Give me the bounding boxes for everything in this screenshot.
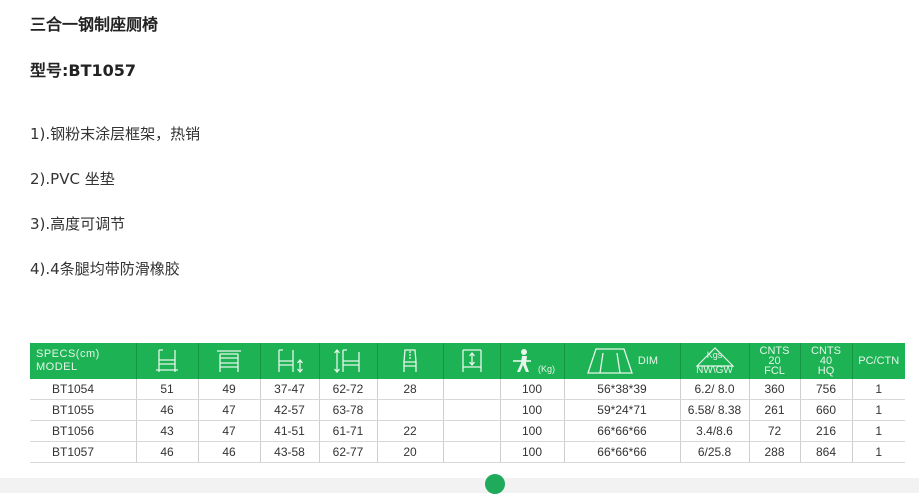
cnts20-header: CNTS 20 FCL [749,343,801,379]
overall-height-cell: 62-77 [319,441,378,463]
armrest-cell [443,441,501,463]
dim-header: DIM [564,343,681,379]
max-weight-header-content: (Kg) [501,348,564,374]
overall-height-icon [334,348,360,374]
backrest-height-header [377,343,444,379]
nwgw-cell: 6.58/ 8.38 [680,399,750,421]
hq-cell: 756 [800,379,853,400]
backrest-cell: 22 [377,420,444,442]
chair-width-icon [156,349,178,372]
armrest-cell [443,379,501,400]
width-cell: 46 [136,399,199,421]
width-cell: 51 [136,379,199,400]
seat-height-header [260,343,320,379]
armrest-cell [443,399,501,421]
table-row: BT1055 46 47 42-57 63-78 100 59*24*71 6.… [30,399,905,421]
chair-width-header [136,343,199,379]
table-row: BT1054 51 49 37-47 62-72 28 100 56*38*39… [30,379,905,400]
armrest-cell [443,420,501,442]
model-cell: BT1055 [30,399,137,421]
fcl-cell: 72 [749,420,801,442]
dim-header-content: DIM [565,347,680,375]
overall-height-cell: 62-72 [319,379,378,400]
specs-model-header: SPECS(cm) MODEL [30,343,137,379]
dimension-box-icon [587,348,633,374]
max-weight-cell: 100 [500,379,565,400]
nwgw-cell: 3.4/8.6 [680,420,750,442]
width-cell: 46 [136,441,199,463]
depth-cell: 47 [198,420,261,442]
depth-cell: 47 [198,399,261,421]
armrest-height-header [443,343,501,379]
depth-cell: 49 [198,379,261,400]
seat-height-cell: 43-58 [260,441,320,463]
chair-depth-icon [217,350,241,372]
pcctn-cell: 1 [852,379,905,400]
dim-label: DIM [637,355,659,367]
cnts20-line3: FCL [764,365,785,377]
fcl-cell: 360 [749,379,801,400]
pcctn-cell: 1 [852,420,905,442]
feature-item: 4).4条腿均带防滑橡胶 [30,260,180,278]
armrest-height-icon [461,349,482,372]
hq-cell: 216 [800,420,853,442]
backrest-cell: 20 [377,441,444,463]
pcctn-header: PC/CTN [852,343,905,379]
overall-height-cell: 63-78 [319,399,378,421]
model-cell: BT1054 [30,379,137,400]
model-cell: BT1056 [30,420,137,442]
model-column-label: MODEL [36,361,78,373]
scroll-indicator-dot[interactable] [485,474,505,494]
backrest-height-icon [403,349,417,372]
seat-height-cell: 41-51 [260,420,320,442]
backrest-cell: 28 [377,379,444,400]
spec-header-row: SPECS(cm) MODEL (Kg) DIM Kgs NW\GW CNTS … [30,343,905,379]
max-weight-cell: 100 [500,441,565,463]
dim-cell: 66*66*66 [564,441,681,463]
fcl-cell: 261 [749,399,801,421]
table-row: BT1056 43 47 41-51 61-71 22 100 66*66*66… [30,420,905,442]
max-weight-cell: 100 [500,420,565,442]
feature-item: 3).高度可调节 [30,215,126,233]
max-weight-icon [512,349,531,372]
pcctn-cell: 1 [852,399,905,421]
bottom-band [0,478,919,493]
nwgw-kgs-label: Kgs [706,350,723,360]
overall-height-header [319,343,378,379]
spec-table-image: SPECS(cm) MODEL (Kg) DIM Kgs NW\GW CNTS … [30,343,905,478]
feature-item: 2).PVC 坐垫 [30,170,115,188]
depth-cell: 46 [198,441,261,463]
nwgw-header-content: Kgs NW\GW [693,346,737,376]
dim-cell: 56*38*39 [564,379,681,400]
table-row: BT1057 46 46 43-58 62-77 20 100 66*66*66… [30,441,905,463]
fcl-cell: 288 [749,441,801,463]
chair-depth-header [198,343,261,379]
seat-height-cell: 37-47 [260,379,320,400]
nwgw-cell: 6/25.8 [680,441,750,463]
spec-table: SPECS(cm) MODEL (Kg) DIM Kgs NW\GW CNTS … [30,343,905,463]
max-weight-header: (Kg) [500,343,565,379]
max-weight-unit: (Kg) [537,364,555,374]
seat-height-cell: 42-57 [260,399,320,421]
cnts40-header: CNTS 40 HQ [800,343,853,379]
seat-height-icon [277,349,303,374]
model-number: 型号:BT1057 [30,61,137,80]
dim-cell: 59*24*71 [564,399,681,421]
nwgw-label: NW\GW [696,365,733,376]
model-cell: BT1057 [30,441,137,463]
pcctn-cell: 1 [852,441,905,463]
specs-unit-label: SPECS(cm) [36,348,100,360]
max-weight-cell: 100 [500,399,565,421]
hq-cell: 660 [800,399,853,421]
dim-cell: 66*66*66 [564,420,681,442]
width-cell: 43 [136,420,199,442]
backrest-cell [377,399,444,421]
nwgw-header: Kgs NW\GW [680,343,750,379]
hq-cell: 864 [800,441,853,463]
product-title: 三合一钢制座厕椅 [30,15,159,34]
cnts40-line3: HQ [817,365,835,377]
feature-item: 1).钢粉末涂层框架，热销 [30,125,201,143]
nwgw-cell: 6.2/ 8.0 [680,379,750,400]
overall-height-cell: 61-71 [319,420,378,442]
